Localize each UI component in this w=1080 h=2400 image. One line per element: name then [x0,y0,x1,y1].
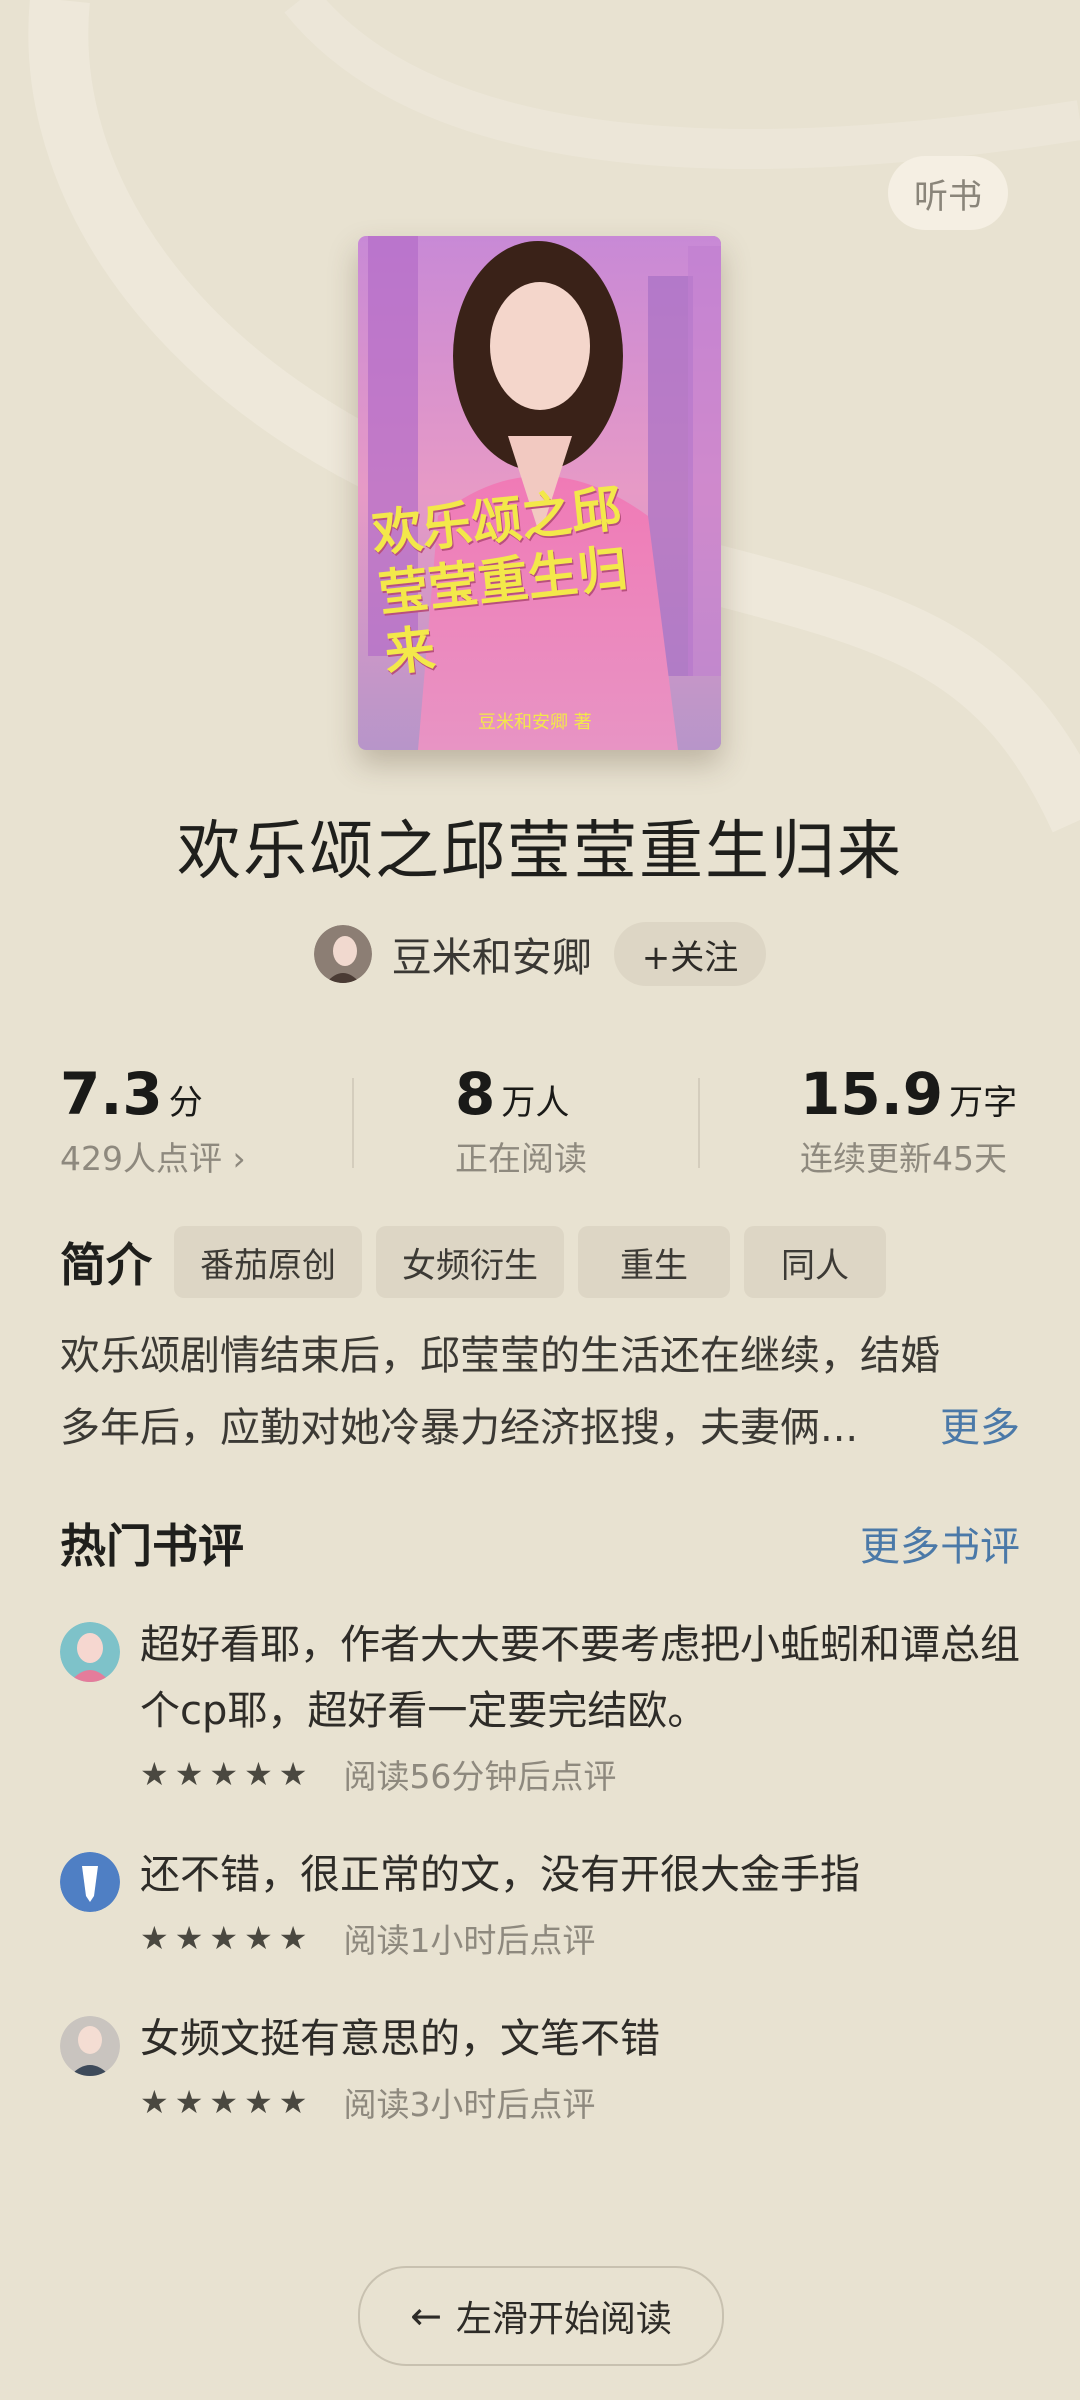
update-label: 连续更新45天 [800,1139,1007,1178]
start-reading-label: 左滑开始阅读 [455,2299,672,2340]
tag-item[interactable]: 同人 [744,1226,886,1298]
review-item[interactable]: 还不错，很正常的文，没有开很大金手指 ★★★★★ 阅读1小时后点评 [60,1852,1020,1962]
book-cover[interactable]: 欢乐颂之邱莹莹重生归来 豆米和安卿 著 [358,236,721,750]
reviewer-avatar[interactable] [60,1622,120,1682]
author-row: 豆米和安卿 +关注 [0,922,1080,986]
start-reading-button[interactable]: ← 左滑开始阅读 [358,2266,724,2366]
cover-author-text: 豆米和安卿 著 [478,712,592,733]
intro-line: 多年后，应勤对她冷暴力经济抠搜，夫妻俩... [60,1405,859,1451]
divider [698,1078,700,1168]
stars-text: ★★★★★ [140,2083,314,2121]
words-unit: 万字 [949,1083,1018,1123]
cover-title-text: 欢乐颂之邱莹莹重生归来 [369,479,631,683]
rating-unit: 分 [168,1083,203,1123]
review-time: 阅读3小时后点评 [343,2085,596,2124]
rating-value: 7.3 [60,1060,163,1128]
stars-text: ★★★★★ [140,1919,314,1957]
reviewer-avatar[interactable] [60,1852,120,1912]
readers-value: 8 [455,1060,496,1128]
review-item[interactable]: 超好看耶，作者大大要不要考虑把小蚯蚓和谭总组个cp耶，超好看一定要完结欧。 ★★… [60,1622,1020,1802]
tag-item[interactable]: 番茄原创 [174,1226,362,1298]
tag-item[interactable]: 重生 [578,1226,730,1298]
listen-button[interactable]: 听书 [888,156,1008,230]
star-rating: ★★★★★ [140,1755,317,1793]
words-value: 15.9 [800,1060,944,1128]
readers-label: 正在阅读 [455,1139,587,1178]
arrow-left-icon: ← [410,2294,442,2338]
review-item[interactable]: 女频文挺有意思的，文笔不错 ★★★★★ 阅读3小时后点评 [60,2016,1020,2126]
readers-unit: 万人 [501,1083,570,1123]
intro-line: 欢乐颂剧情结束后，邱莹莹的生活还在继续，结婚 [60,1333,940,1379]
review-meta: ★★★★★ 阅读3小时后点评 [140,2078,595,2126]
review-time: 阅读56分钟后点评 [343,1757,617,1796]
review-meta: ★★★★★ 阅读56分钟后点评 [140,1750,616,1798]
review-text: 还不错，很正常的文，没有开很大金手指 [140,1852,860,1898]
divider [352,1078,354,1168]
stats-row: 7.3 分 429人点评 › 8 万人 正在阅读 15.9 万字 连续更新45天 [60,1060,1020,1190]
star-rating: ★★★★★ [140,2083,317,2121]
review-text: 超好看耶，作者大大要不要考虑把小蚯蚓和谭总组个cp耶，超好看一定要完结欧。 [140,1622,1020,1734]
rating-count: 429人点评 › [60,1139,246,1178]
author-avatar[interactable] [313,925,372,983]
more-reviews-link[interactable]: 更多书评 [860,1514,1020,1572]
intro-more-link[interactable]: 更多 [940,1392,1020,1464]
stars-text: ★★★★★ [140,1755,314,1793]
stat-words: 15.9 万字 连续更新45天 [800,1060,1017,1180]
reviews-header: 热门书评 更多书评 [60,1510,1020,1576]
reviewer-avatar[interactable] [60,2016,120,2076]
review-text: 女频文挺有意思的，文笔不错 [140,2016,660,2062]
intro-text[interactable]: 欢乐颂剧情结束后，邱莹莹的生活还在继续，结婚 多年后，应勤对她冷暴力经济抠搜，夫… [60,1320,1020,1464]
star-rating: ★★★★★ [140,1919,317,1957]
review-meta: ★★★★★ 阅读1小时后点评 [140,1914,595,1962]
intro-header: 简介 番茄原创 女频衍生 重生 同人 [60,1226,900,1298]
book-title: 欢乐颂之邱莹莹重生归来 [177,815,903,889]
intro-label: 简介 [60,1238,152,1292]
author-name[interactable]: 豆米和安卿 [392,925,592,983]
tag-item[interactable]: 女频衍生 [376,1226,564,1298]
review-time: 阅读1小时后点评 [343,1921,596,1960]
follow-button[interactable]: +关注 [613,922,767,986]
stat-rating[interactable]: 7.3 分 429人点评 › [60,1060,246,1180]
stat-readers: 8 万人 正在阅读 [455,1060,587,1180]
reviews-title: 热门书评 [60,1519,244,1573]
